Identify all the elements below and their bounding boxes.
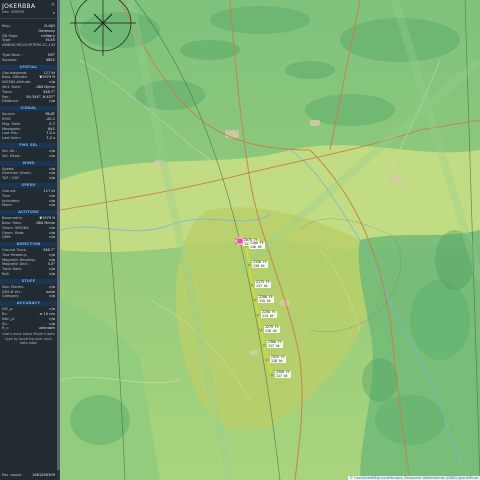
track-point-label: 2200 ft 115 kt xyxy=(258,295,274,304)
field-value: n/a xyxy=(49,294,55,299)
track-point-label: 2350 ft 117 kt xyxy=(275,370,291,379)
field-value: 4652 xyxy=(45,57,55,62)
section-header[interactable]: SIGNAL xyxy=(0,106,57,112)
track-point-label: 2325 ft 118 kt xyxy=(270,355,286,364)
track-point-label: 2100 ft 116 kt xyxy=(249,241,265,250)
field-label: R_c: xyxy=(2,326,10,331)
attribution-text[interactable]: © OpenStreetMap contributors, Deutscher … xyxy=(350,476,478,480)
trail-point[interactable] xyxy=(247,263,251,267)
field-label: AIRBUS HELICOPTERS EC-145 xyxy=(2,43,56,48)
field-label: Roll: xyxy=(2,272,10,277)
section-header[interactable]: WIND xyxy=(0,160,57,166)
section-row: Last Seen: 7.2 s xyxy=(0,136,57,141)
trail-point[interactable] xyxy=(256,313,260,317)
track-point-label: 2150 ft 118 kt xyxy=(252,260,268,269)
field-label: Distance: xyxy=(2,99,19,104)
track-point-label: 2300 ft 117 kt xyxy=(267,340,283,349)
hex-code: Hex: 3F6D99 xyxy=(2,10,24,14)
section-row: Mach: n/a xyxy=(0,203,57,208)
section-row: Sel. Head.: n/a xyxy=(0,154,57,159)
field-value: n/a xyxy=(49,272,55,277)
section-header[interactable]: ALTITUDE xyxy=(0,210,57,216)
sidebar-footer: Pos. epoch: 1661290399 xyxy=(0,473,57,478)
trail-point[interactable] xyxy=(253,298,257,302)
field-value: n/a xyxy=(49,235,55,240)
section-header[interactable]: SPEED xyxy=(0,182,57,188)
field-value: n/a xyxy=(49,203,55,208)
help-note: Learn more about Mode S data type by hov… xyxy=(2,332,55,345)
field-label: Squawk: xyxy=(2,57,18,62)
trail-point[interactable] xyxy=(250,283,254,287)
field-label: Category: xyxy=(2,294,20,299)
track-point-label: 2250 ft 114 kt xyxy=(261,310,277,319)
field-value: n/a xyxy=(49,99,55,104)
field-label: QNH: xyxy=(2,235,12,240)
section-row: QNH: n/a xyxy=(0,235,57,240)
map-canvas[interactable] xyxy=(60,0,480,480)
field-value: 7.2 s xyxy=(46,136,55,141)
section-header[interactable]: STUFF xyxy=(0,278,57,284)
field-value: n/a xyxy=(49,153,55,158)
map-view[interactable]: 2075 ft 117 kt2100 ft 116 kt2150 ft 118 … xyxy=(60,0,480,480)
field-label: Reg.: xyxy=(2,24,12,28)
track-point-label: 2275 ft 116 kt xyxy=(264,325,280,334)
section-header[interactable]: DIRECTION xyxy=(0,242,57,248)
section-header[interactable]: SPATIAL xyxy=(0,64,57,70)
info-row: Squawk: 4652 xyxy=(0,58,57,63)
field-label: Sel. Head.: xyxy=(2,153,22,158)
epoch-label: Pos. epoch: xyxy=(2,473,23,478)
sidebar-header: JOKERBBA Hex: 3F6D99 × ▸ xyxy=(0,0,57,19)
section-header[interactable]: ACCURACY xyxy=(0,301,57,307)
section-row: Distance: n/a xyxy=(0,99,57,104)
field-value: n/a xyxy=(49,176,55,181)
map-attribution: © OpenStreetMap contributors, Deutscher … xyxy=(347,475,480,480)
trail-point[interactable] xyxy=(259,328,263,332)
close-icon[interactable]: × xyxy=(51,3,55,8)
field-value: unknown xyxy=(38,326,55,331)
info-sections: SPATIAL Groundspeed: 117 kt Baro. Altitude:… xyxy=(0,64,57,332)
trail-point[interactable] xyxy=(265,358,269,362)
field-label: TAT / OAT: xyxy=(2,176,20,181)
field-label: Mach: xyxy=(2,203,13,208)
callsign-title: JOKERBBA xyxy=(2,3,36,10)
registration-info: Reg.: D-HJD Germany DB flags: military Type: E… xyxy=(0,24,57,48)
section-row: TAT / OAT: n/a xyxy=(0,176,57,181)
trail-point[interactable] xyxy=(262,343,266,347)
info-row: AIRBUS HELICOPTERS EC-145 xyxy=(0,43,57,48)
field-label: Last Seen: xyxy=(2,136,21,141)
aircraft-info-sidebar: JOKERBBA Hex: 3F6D99 × ▸ Reg.: D-HJD Germa… xyxy=(0,0,57,480)
trail-point[interactable] xyxy=(270,373,274,377)
expand-icon[interactable]: ▸ xyxy=(53,10,55,16)
epoch-value: 1661290399 xyxy=(32,473,55,478)
section-header[interactable]: FMS SEL xyxy=(0,142,57,148)
section-row: Roll: n/a xyxy=(0,272,57,277)
type-info: Type Desc.: H2T Squawk: 4652 xyxy=(0,53,57,63)
track-point-label: 2175 ft 117 kt xyxy=(255,280,271,289)
section-row: Category: n/a xyxy=(0,294,57,299)
